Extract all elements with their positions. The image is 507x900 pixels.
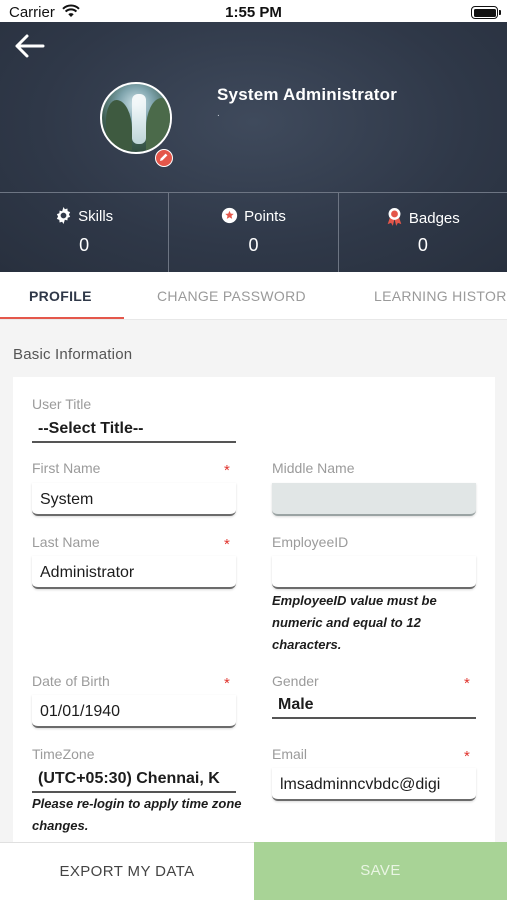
stat-badges-value: 0	[417, 235, 428, 255]
required-marker: *	[464, 748, 470, 765]
battery-icon	[471, 6, 501, 19]
first-name-label: First Name	[32, 460, 101, 476]
profile-tabs: PROFILE CHANGE PASSWORD LEARNING HISTORY	[0, 272, 507, 320]
gender-label: Gender	[272, 673, 319, 689]
email-field[interactable]: lmsadminncvbdc@digi	[272, 768, 476, 801]
stat-badges: Badges 0	[339, 193, 507, 272]
section-title: Basic Information	[13, 346, 133, 363]
clock-label: 1:55 PM	[225, 4, 282, 21]
save-button[interactable]: SAVE	[254, 842, 507, 900]
export-my-data-button[interactable]: EXPORT MY DATA	[0, 842, 254, 900]
employee-id-field[interactable]	[272, 556, 476, 589]
user-title-select[interactable]: --Select Title--	[32, 417, 236, 443]
back-button[interactable]	[12, 32, 48, 62]
tab-change-password[interactable]: CHANGE PASSWORD	[157, 288, 306, 304]
active-tab-indicator	[0, 317, 124, 319]
star-badge-icon	[221, 207, 238, 224]
stat-badges-label: Badges	[408, 210, 460, 227]
bottom-action-bar: EXPORT MY DATA SAVE	[0, 842, 507, 900]
status-bar: Carrier 1:55 PM	[0, 0, 507, 22]
date-of-birth-field[interactable]: 01/01/1940	[32, 695, 236, 728]
timezone-hint: Please re-login to apply time zone chang…	[32, 796, 242, 833]
required-marker: *	[224, 462, 230, 479]
last-name-field[interactable]: Administrator	[32, 556, 236, 589]
avatar	[100, 82, 172, 154]
stat-points-value: 0	[248, 235, 259, 255]
date-of-birth-label: Date of Birth	[32, 673, 110, 689]
profile-header: System Administrator . Skills 0 Points 0	[0, 22, 507, 272]
tab-learning-history[interactable]: LEARNING HISTORY	[374, 288, 507, 304]
employee-id-hint: EmployeeID value must be numeric and equ…	[272, 593, 437, 652]
timezone-label: TimeZone	[32, 746, 95, 762]
first-name-field[interactable]: System	[32, 483, 236, 516]
edit-avatar-button[interactable]	[155, 149, 173, 167]
email-label: Email	[272, 746, 308, 762]
timezone-select[interactable]: (UTC+05:30) Chennai, K	[32, 767, 236, 793]
stat-skills: Skills 0	[0, 193, 170, 272]
user-title-label: User Title	[32, 396, 92, 412]
gear-icon	[57, 207, 71, 224]
stat-skills-label: Skills	[78, 208, 114, 225]
gender-select[interactable]: Male	[272, 693, 476, 719]
pencil-icon	[160, 153, 168, 161]
stats-bar: Skills 0 Points 0 Badges 0	[0, 192, 507, 272]
user-subtitle: .	[217, 108, 220, 119]
middle-name-label: Middle Name	[272, 460, 355, 476]
employee-id-label: EmployeeID	[272, 534, 349, 550]
last-name-label: Last Name	[32, 534, 100, 550]
stat-skills-value: 0	[79, 235, 90, 255]
tab-profile[interactable]: PROFILE	[29, 288, 92, 304]
required-marker: *	[224, 675, 230, 692]
stat-points: Points 0	[169, 193, 339, 272]
arrow-left-icon	[15, 34, 45, 58]
required-marker: *	[224, 536, 230, 553]
middle-name-field[interactable]	[272, 483, 476, 516]
ribbon-icon	[387, 208, 402, 226]
user-name: System Administrator	[217, 85, 398, 104]
basic-information-card: User Title --Select Title-- First Name *…	[13, 377, 495, 847]
required-marker: *	[464, 675, 470, 692]
stat-points-label: Points	[244, 208, 286, 225]
